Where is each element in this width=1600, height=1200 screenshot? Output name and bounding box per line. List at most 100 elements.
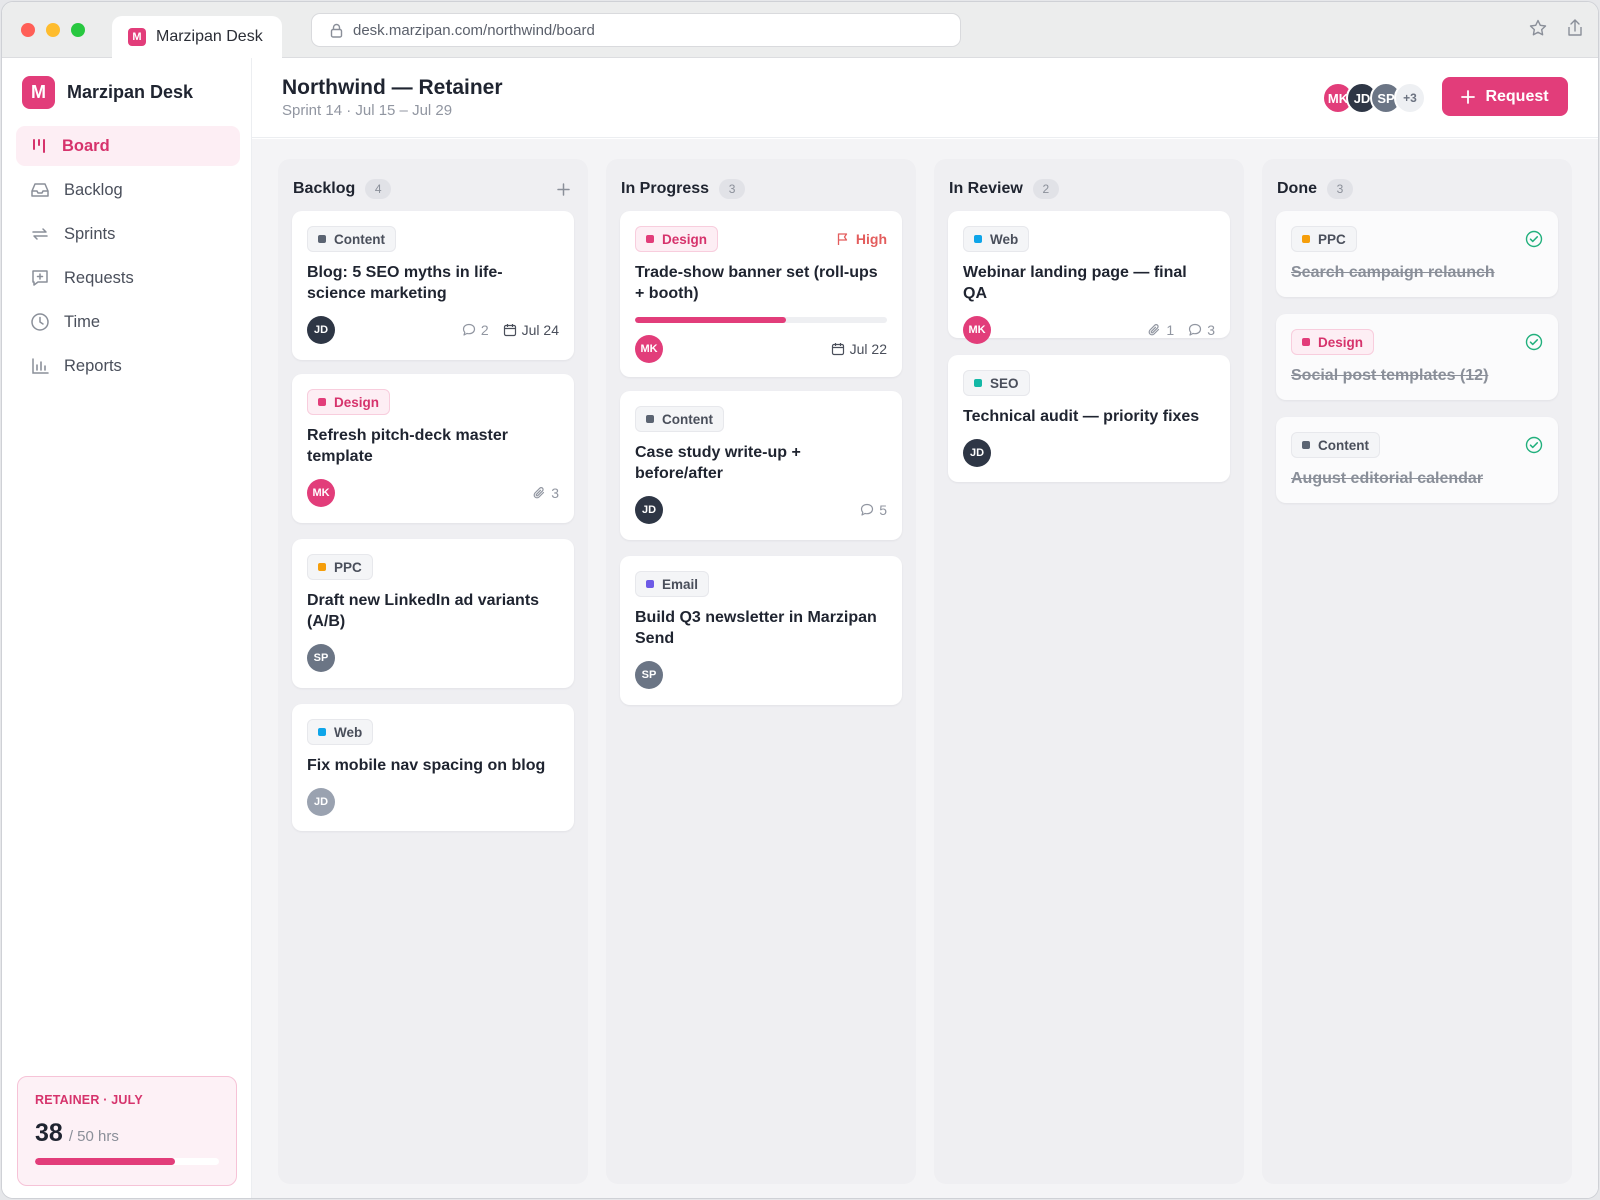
close-window-button[interactable]	[21, 23, 35, 37]
comment-icon	[462, 323, 475, 336]
task-card[interactable]: Content Blog: 5 SEO myths in life-scienc…	[292, 211, 574, 360]
check-circle-icon	[1525, 333, 1543, 351]
task-progress-fill	[635, 317, 787, 323]
task-card[interactable]: Web Webinar landing page — final QA MK 1…	[948, 211, 1230, 344]
sidebar-item-requests[interactable]: Requests	[16, 258, 240, 298]
tag-label: Web	[334, 724, 363, 740]
comment-count: 3	[1188, 322, 1215, 338]
tab-favicon: M	[128, 28, 146, 46]
tag-color-swatch	[1302, 441, 1310, 449]
sidebar-nav: Board Backlog Sprints Requests Time Repo…	[16, 126, 240, 390]
sidebar: M Marzipan Desk Board Backlog Sprints Re…	[2, 58, 252, 1198]
assignee-avatar[interactable]: MK	[635, 335, 663, 363]
sidebar-item-backlog[interactable]: Backlog	[16, 170, 240, 210]
task-card[interactable]: Web Fix mobile nav spacing on blog JD	[292, 704, 574, 831]
assignee-avatar[interactable]: JD	[635, 496, 663, 524]
plus-icon	[1461, 89, 1476, 104]
minimize-window-button[interactable]	[46, 23, 60, 37]
assignee-avatar[interactable]: JD	[307, 316, 335, 344]
category-tag: Design	[307, 389, 391, 415]
comment-icon	[1189, 323, 1202, 336]
add-card-button[interactable]	[553, 179, 573, 199]
priority-badge: High	[836, 231, 887, 247]
task-card[interactable]: Email Build Q3 newsletter in Marzipan Se…	[620, 556, 902, 705]
clock-icon	[31, 313, 49, 331]
address-bar[interactable]: desk.marzipan.com/northwind/board	[311, 13, 961, 47]
tag-label: Web	[990, 231, 1019, 247]
comment-count-value: 2	[480, 322, 489, 338]
new-request-button[interactable]: Request	[1442, 77, 1568, 116]
team-avatars[interactable]: MK JD SP +3	[1322, 82, 1426, 114]
column-title: In Review	[949, 180, 1023, 197]
task-card[interactable]: PPC Draft new LinkedIn ad variants (A/B)…	[292, 539, 574, 688]
card-title: Technical audit — priority fixes	[963, 408, 1200, 425]
page-title: Northwind — Retainer	[282, 76, 503, 99]
category-tag: Design	[635, 226, 719, 252]
paperclip-icon	[1148, 324, 1160, 336]
bookmark-star-icon[interactable]	[1528, 18, 1548, 38]
tag-color-swatch	[646, 415, 654, 423]
task-card[interactable]: PPC Search campaign relaunch	[1276, 211, 1558, 297]
sidebar-item-board[interactable]: Board	[16, 126, 240, 166]
tag-label: SEO	[990, 375, 1019, 391]
column-title: Done	[1277, 180, 1317, 197]
maximize-window-button[interactable]	[71, 23, 85, 37]
kanban-board: Backlog 4 Content Blog: 5 SEO myths in l…	[252, 139, 1598, 1198]
retainer-hours-total: / 50 hrs	[68, 1128, 119, 1145]
assignee-avatar[interactable]: SP	[635, 661, 663, 689]
sidebar-item-label: Requests	[64, 268, 134, 287]
sidebar-item-time[interactable]: Time	[16, 302, 240, 342]
tag-color-swatch	[318, 235, 326, 243]
sidebar-item-label: Reports	[64, 356, 122, 375]
assignee-avatar[interactable]: SP	[307, 644, 335, 672]
card-title: Webinar landing page — final QA	[963, 264, 1187, 302]
task-card[interactable]: Content August editorial calendar	[1276, 417, 1558, 503]
assignee-avatar[interactable]: JD	[307, 788, 335, 816]
card-title: Blog: 5 SEO myths in life-science market…	[307, 264, 503, 302]
retainer-progress-fill	[35, 1158, 175, 1165]
column-backlog: Backlog 4 Content Blog: 5 SEO myths in l…	[278, 159, 588, 1184]
request-button-label: Request	[1485, 87, 1549, 105]
task-card[interactable]: Design Social post templates (12)	[1276, 314, 1558, 400]
card-title: Search campaign relaunch	[1291, 264, 1495, 281]
due-date-value: Jul 22	[849, 341, 887, 357]
assignee-avatar[interactable]: MK	[963, 316, 991, 344]
card-title: Trade-show banner set (roll-ups + booth)	[635, 264, 878, 302]
lock-icon	[330, 23, 343, 38]
column-count: 4	[365, 179, 392, 199]
sidebar-item-sprints[interactable]: Sprints	[16, 214, 240, 254]
attachment-count-value: 3	[551, 485, 559, 501]
inbox-icon	[31, 183, 49, 197]
url-text: desk.marzipan.com/northwind/board	[353, 21, 595, 39]
brand-logo: M	[22, 76, 55, 109]
task-card[interactable]: Design High Trade-show banner set (roll-…	[620, 211, 902, 377]
more-members-badge[interactable]: +3	[1394, 82, 1426, 114]
plus-icon	[556, 182, 570, 196]
task-card[interactable]: Content Case study write-up + before/aft…	[620, 391, 902, 540]
share-icon[interactable]	[1566, 18, 1584, 38]
due-date: Jul 22	[831, 341, 887, 357]
tag-color-swatch	[318, 563, 326, 571]
brand[interactable]: M Marzipan Desk	[22, 76, 193, 109]
task-card[interactable]: Design Refresh pitch-deck master templat…	[292, 374, 574, 523]
assignee-avatar[interactable]: MK	[307, 479, 335, 507]
assignee-avatar[interactable]: JD	[963, 439, 991, 467]
sidebar-item-label: Time	[64, 312, 101, 331]
tab-title: Marzipan Desk	[156, 28, 263, 45]
column-in-progress: In Progress 3 Design High Trade-show ban…	[606, 159, 916, 1184]
due-date-value: Jul 24	[521, 322, 559, 338]
category-tag: Content	[635, 406, 724, 432]
sidebar-item-reports[interactable]: Reports	[16, 346, 240, 386]
task-card[interactable]: SEO Technical audit — priority fixes JD	[948, 355, 1230, 482]
tag-label: Design	[334, 394, 380, 410]
repeat-icon	[32, 228, 48, 240]
comment-count: 2	[462, 322, 489, 338]
tag-color-swatch	[318, 398, 326, 406]
tag-label: Email	[662, 576, 699, 592]
attachment-count-value: 1	[1166, 322, 1175, 338]
card-title: Fix mobile nav spacing on blog	[307, 757, 546, 774]
column-count: 3	[1327, 179, 1353, 199]
category-tag: Design	[1291, 329, 1375, 355]
category-tag: Email	[635, 571, 710, 597]
browser-tab[interactable]: M Marzipan Desk	[112, 16, 282, 58]
